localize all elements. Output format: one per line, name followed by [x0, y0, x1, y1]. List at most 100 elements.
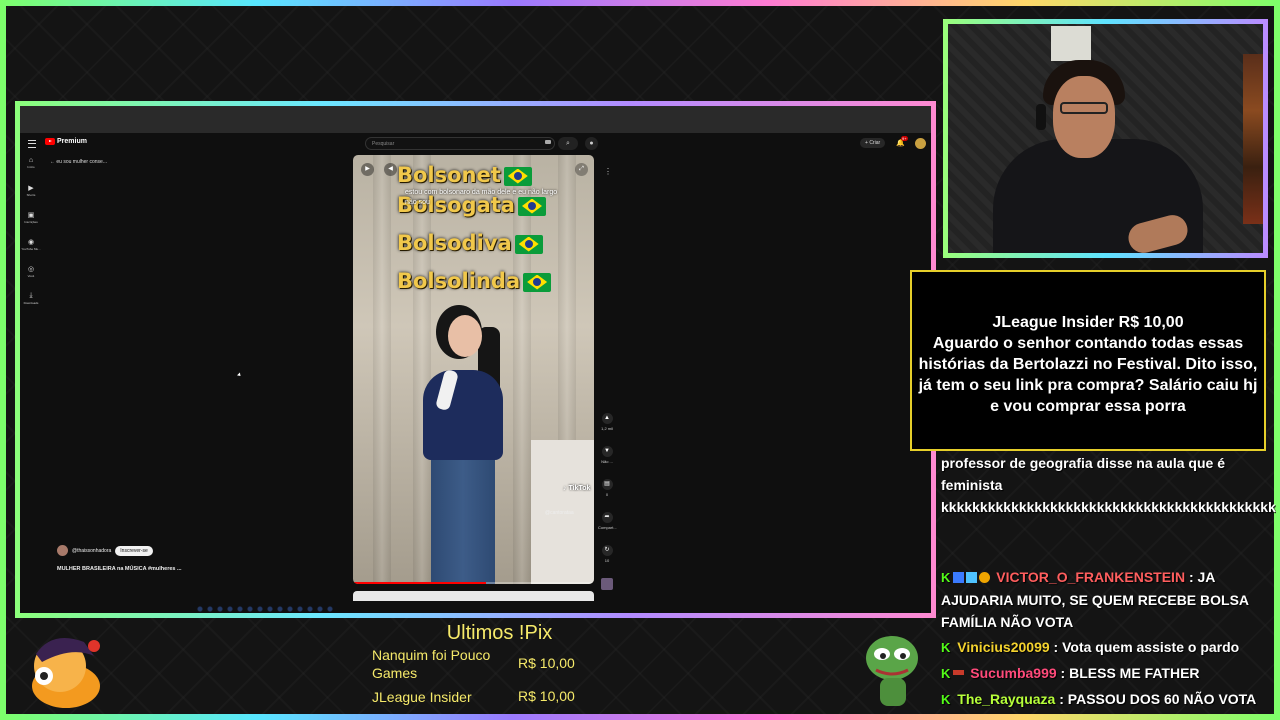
- pepe-icon: [866, 636, 918, 706]
- pix-title: Ultimos !Pix: [446, 622, 553, 644]
- brazil-flag-icon: [523, 272, 552, 292]
- wall-paper: [1051, 26, 1091, 61]
- sidebar-item-label: Você: [27, 274, 35, 278]
- short-video-player[interactable]: Bolsonet Bolsogata Bolsodiva Bolsolinda …: [353, 155, 594, 584]
- short-actions: ▲ 1,2 mil ▼ Não ... ▤ 0 ➦ Compart... ↻ 10: [598, 413, 617, 590]
- chat-message: K Vinicius20099 : Vota quem assiste o pa…: [941, 639, 1240, 655]
- chat-username[interactable]: Vinicius20099: [957, 639, 1049, 655]
- sidebar-item-subscriptions[interactable]: ▣ Inscrições: [20, 211, 42, 238]
- dislike-icon: ▼: [601, 446, 613, 457]
- like-count: 1,2 mil: [601, 426, 613, 431]
- sidebar-item-music[interactable]: ◉ YouTube Mu...: [20, 238, 42, 265]
- video-caption: estou com bolsonaro da mão dele e eu não…: [405, 189, 558, 206]
- dislike-button[interactable]: ▼ Não ...: [598, 446, 616, 464]
- avatar[interactable]: [915, 138, 926, 149]
- keyboard-icon[interactable]: [545, 140, 551, 144]
- dislike-label: Não ...: [601, 459, 613, 464]
- singer-legs: [431, 455, 495, 584]
- bookshelf: [1243, 54, 1263, 224]
- curtain-fold: [513, 155, 531, 584]
- chat-message: professor de geografia disse na aula que…: [941, 452, 1276, 518]
- chat-text: BLESS ME FATHER: [1069, 665, 1200, 681]
- donation-message: Aguardo o senhor contando todas essas hi…: [918, 335, 1258, 415]
- shorts-icon: ▶: [28, 185, 34, 192]
- curtain-fold: [373, 155, 391, 584]
- curtain-fold: [413, 155, 431, 584]
- create-button[interactable]: + Criar: [860, 138, 886, 148]
- share-label: Compart...: [598, 525, 617, 530]
- brazil-flag-icon: [503, 166, 532, 186]
- menu-icon[interactable]: [28, 140, 36, 148]
- comment-button[interactable]: ▤ 0: [598, 479, 616, 497]
- youtube-logo[interactable]: Premium: [45, 138, 87, 145]
- overlay-line: Bolsodiva: [397, 231, 543, 255]
- voice-search-button[interactable]: ●: [585, 137, 598, 150]
- chat-username[interactable]: VICTOR_O_FRANKENSTEIN: [996, 569, 1185, 585]
- create-label: Criar: [869, 140, 881, 146]
- like-icon: ▲: [601, 413, 613, 424]
- share-button[interactable]: ➦ Compart...: [598, 512, 617, 530]
- sidebar-item-downloads[interactable]: ⤓ Downloads: [20, 292, 42, 319]
- screen-capture: Premium Pesquisar ⌕ ● + Criar 🔔 9+ ⌂ Iníc…: [15, 101, 936, 618]
- more-options-icon[interactable]: ⋮: [604, 167, 612, 176]
- mouse-cursor-icon: [237, 372, 242, 378]
- sidebar: ⌂ Início ▶ Shorts ▣ Inscrições ◉ YouTube Mu.…: [20, 157, 42, 319]
- chat-text: Vota quem assiste o pardo: [1062, 639, 1240, 655]
- youtube-page: Premium Pesquisar ⌕ ● + Criar 🔔 9+ ⌂ Iníc…: [20, 133, 931, 613]
- share-icon: ➦: [601, 512, 613, 523]
- search-input[interactable]: Pesquisar: [365, 137, 555, 150]
- capture-top-bar: [20, 106, 931, 133]
- pix-name: JLeague Insider: [372, 689, 472, 705]
- badge-icon: [953, 572, 965, 583]
- remix-button[interactable]: ↻ 10: [598, 545, 616, 563]
- volume-icon: ◀: [388, 166, 393, 172]
- sidebar-item-home[interactable]: ⌂ Início: [20, 157, 42, 184]
- subscribe-button[interactable]: Inscrever-se: [115, 545, 153, 556]
- search-button[interactable]: ⌕: [558, 137, 578, 150]
- sidebar-item-label: Inscrições: [24, 220, 38, 224]
- chat-username[interactable]: The_Rayquaza: [957, 691, 1055, 707]
- progress-fill: [353, 582, 486, 584]
- next-short-peek[interactable]: [353, 591, 594, 601]
- sidebar-item-label: YouTube Mu...: [21, 247, 41, 251]
- sidebar-item-shorts[interactable]: ▶ Shorts: [20, 184, 42, 211]
- search-icon: ⌕: [566, 140, 570, 147]
- volume-button[interactable]: ◀: [384, 163, 397, 176]
- channel-avatar[interactable]: [57, 545, 68, 556]
- channel-handle[interactable]: @thaissonhadora: [72, 548, 111, 554]
- progress-bar[interactable]: [353, 582, 594, 584]
- search-placeholder: Pesquisar: [372, 141, 395, 147]
- remix-count: 10: [604, 558, 610, 563]
- play-button[interactable]: ▶: [361, 163, 374, 176]
- decor-strip: [195, 605, 335, 613]
- glasses: [1060, 102, 1108, 114]
- sound-thumbnail[interactable]: [601, 578, 613, 590]
- chat-message: K Sucumba999 : BLESS ME FATHER: [941, 665, 1200, 681]
- chat-username[interactable]: Sucumba999: [970, 665, 1056, 681]
- streamer-head: [1053, 76, 1115, 158]
- like-button[interactable]: ▲ 1,2 mil: [598, 413, 616, 431]
- youtube-music-icon: ◉: [27, 239, 35, 246]
- badge-icon: [966, 572, 978, 583]
- sidebar-item-label: Downloads: [23, 301, 39, 305]
- remix-icon: ↻: [601, 545, 613, 556]
- channel-row: @thaissonhadora Inscrever-se: [57, 545, 153, 556]
- chat-text: PASSOU DOS 60 NÃO VOTA: [1067, 691, 1257, 707]
- kick-badge-icon: K: [941, 666, 951, 681]
- headset-icon: [1036, 104, 1046, 130]
- video-title[interactable]: MULHER BRASILEIRA na MÚSICA #mulheres ..…: [57, 566, 182, 572]
- singer-body: [423, 370, 503, 460]
- singer-head: [448, 315, 482, 357]
- donation-title: JLeague Insider R$ 10,00: [992, 314, 1184, 331]
- chat-message: K VICTOR_O_FRANKENSTEIN : JA AJUDARIA MU…: [941, 569, 1249, 630]
- donation-alert: JLeague Insider R$ 10,00 Aguardo o senho…: [910, 270, 1266, 451]
- fullscreen-button[interactable]: ⤢: [575, 163, 588, 176]
- sidebar-item-you[interactable]: ◎ Você: [20, 265, 42, 292]
- download-icon: ⤓: [29, 292, 33, 299]
- pix-name: Nanquim foi Pouco Games: [372, 647, 491, 681]
- sidebar-item-label: Shorts: [26, 193, 36, 197]
- badge-icon: [953, 670, 965, 675]
- pix-value: R$ 10,00: [518, 688, 575, 704]
- youtube-logo-icon: [45, 138, 55, 145]
- back-link[interactable]: ← eu sou mulher conse...: [50, 159, 107, 165]
